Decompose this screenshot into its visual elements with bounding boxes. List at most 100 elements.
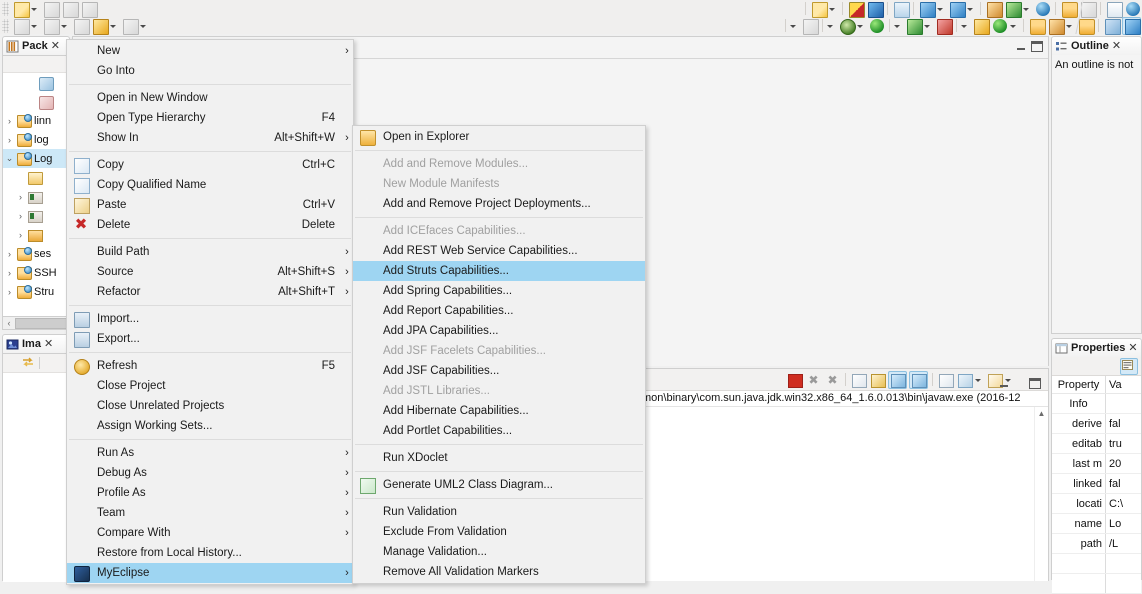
menu-item[interactable]: Add Portlet Capabilities... bbox=[353, 421, 645, 441]
terminate-button[interactable] bbox=[786, 372, 803, 388]
scroll-left-icon[interactable]: ‹ bbox=[3, 318, 15, 328]
scrollbar-thumb[interactable] bbox=[15, 317, 69, 329]
remove-all-terminated-button[interactable]: ✖ bbox=[824, 372, 841, 388]
search-dropdown[interactable] bbox=[1009, 18, 1018, 34]
table-row[interactable]: name Lo bbox=[1052, 514, 1141, 534]
tree-item[interactable]: › log bbox=[3, 130, 69, 149]
run-last-tool-button[interactable] bbox=[905, 18, 923, 35]
back-button[interactable] bbox=[91, 18, 109, 35]
package-explorer-button[interactable] bbox=[972, 18, 990, 35]
menu-item[interactable]: Exclude From Validation bbox=[353, 522, 645, 542]
console-output[interactable]: ▲ bbox=[641, 406, 1048, 581]
table-row[interactable] bbox=[1052, 554, 1141, 574]
menu-item[interactable]: Add and Remove Project Deployments... bbox=[353, 194, 645, 214]
tree-item[interactable]: › SSH bbox=[3, 263, 69, 282]
cube-red-button[interactable] bbox=[847, 1, 865, 18]
new-wizard-dropdown[interactable] bbox=[30, 1, 39, 17]
tree-item[interactable]: › bbox=[3, 187, 69, 206]
last-edit-location-button[interactable] bbox=[72, 18, 90, 35]
snapshot-dropdown[interactable] bbox=[826, 18, 835, 34]
menu-item[interactable]: Add Spring Capabilities... bbox=[353, 281, 645, 301]
project-tree[interactable]: › linn › log ⌄ Log › › › › ses › SSH › Stru bbox=[3, 73, 69, 317]
show-categories-button[interactable] bbox=[1120, 357, 1138, 375]
tree-item[interactable]: ⌄ Log bbox=[3, 149, 69, 168]
myeclipse-database-dropdown[interactable] bbox=[828, 1, 837, 17]
tree-expander-icon[interactable]: › bbox=[3, 116, 16, 126]
next-annotation-dropdown[interactable] bbox=[60, 18, 69, 34]
tree-item[interactable]: › linn bbox=[3, 111, 69, 130]
menu-item[interactable]: Profile As › bbox=[67, 483, 353, 503]
table-row[interactable]: editab tru bbox=[1052, 434, 1141, 454]
search-button[interactable] bbox=[991, 18, 1008, 34]
open-perspective-button[interactable] bbox=[1077, 18, 1095, 35]
previous-annotation-dropdown[interactable] bbox=[30, 18, 39, 34]
open-task-button[interactable] bbox=[1047, 18, 1065, 35]
menu-item[interactable]: Paste Ctrl+V bbox=[67, 195, 353, 215]
menu-item[interactable]: Run XDoclet bbox=[353, 448, 645, 468]
tree-expander-icon[interactable]: › bbox=[14, 230, 27, 240]
myeclipse-submenu[interactable]: Open in Explorer Add and Remove Modules..… bbox=[352, 125, 646, 584]
tree-expander-icon[interactable]: › bbox=[3, 268, 16, 278]
save-all-button[interactable] bbox=[61, 1, 79, 18]
menu-item[interactable]: Compare With › bbox=[67, 523, 353, 543]
scroll-lock-button[interactable] bbox=[869, 372, 886, 388]
tab-outline[interactable]: Outline ✕ bbox=[1051, 36, 1142, 55]
forward-button[interactable] bbox=[121, 18, 139, 35]
save-button[interactable] bbox=[42, 1, 60, 18]
tree-expander-icon[interactable]: › bbox=[3, 249, 16, 259]
menu-item[interactable]: Copy Ctrl+C bbox=[67, 155, 353, 175]
tree-expander-icon[interactable]: ⌄ bbox=[3, 153, 16, 164]
column-header-property[interactable]: Property bbox=[1052, 379, 1105, 391]
new-wizard-button[interactable] bbox=[12, 1, 30, 18]
tree-item[interactable]: › ses bbox=[3, 244, 69, 263]
new-java-package-button[interactable] bbox=[948, 1, 966, 18]
menu-item[interactable]: Add Report Capabilities... bbox=[353, 301, 645, 321]
maximize-icon[interactable] bbox=[1029, 378, 1041, 389]
web-browser-button[interactable] bbox=[1124, 1, 1141, 17]
debug-button[interactable] bbox=[838, 18, 856, 35]
menu-item[interactable]: Restore from Local History... bbox=[67, 543, 353, 563]
snapshot-button[interactable] bbox=[801, 18, 819, 35]
calendar-button[interactable] bbox=[892, 1, 910, 18]
report-button[interactable] bbox=[1105, 1, 1123, 18]
menu-item[interactable]: Remove All Validation Markers bbox=[353, 562, 645, 582]
close-icon[interactable]: ✕ bbox=[44, 338, 53, 350]
menu-item[interactable]: Import... bbox=[67, 309, 353, 329]
menu-item[interactable]: Open in New Window bbox=[67, 88, 353, 108]
tree-item[interactable] bbox=[3, 92, 69, 111]
column-header-value[interactable]: Va bbox=[1106, 379, 1141, 391]
menu-item[interactable]: Run As › bbox=[67, 443, 353, 463]
table-row[interactable]: locati C:\ bbox=[1052, 494, 1141, 514]
open-browser-button[interactable] bbox=[1034, 1, 1051, 17]
tab-package-explorer[interactable]: Pack ✕ bbox=[2, 36, 70, 55]
tree-expander-icon[interactable]: › bbox=[14, 192, 27, 202]
menu-item[interactable]: Go Into bbox=[67, 61, 353, 81]
debug-dropdown[interactable] bbox=[856, 18, 865, 34]
tree-expander-icon[interactable]: › bbox=[14, 211, 27, 221]
tab-properties[interactable]: Properties ✕ bbox=[1051, 338, 1142, 357]
menu-item[interactable]: Export... bbox=[67, 329, 353, 349]
open-perspective-switch-button[interactable] bbox=[1103, 18, 1121, 35]
menu-item[interactable]: Close Project bbox=[67, 376, 353, 396]
new-java-class-dropdown[interactable] bbox=[936, 1, 945, 17]
table-row[interactable]: Info bbox=[1052, 394, 1141, 414]
context-menu[interactable]: New › Go Into Open in New Window Open Type H… bbox=[66, 39, 354, 585]
close-icon[interactable]: ✕ bbox=[51, 40, 60, 52]
menu-item[interactable]: Add JPA Capabilities... bbox=[353, 321, 645, 341]
menu-item[interactable]: Source Alt+Shift+S › bbox=[67, 262, 353, 282]
tree-item[interactable]: › bbox=[3, 206, 69, 225]
clear-console-button[interactable] bbox=[850, 372, 867, 388]
close-icon[interactable]: ✕ bbox=[1128, 342, 1137, 354]
pin-console-button[interactable] bbox=[937, 372, 954, 388]
forward-dropdown[interactable] bbox=[139, 18, 148, 34]
tree-item[interactable]: › bbox=[3, 225, 69, 244]
remove-launch-button[interactable]: ✖ bbox=[805, 372, 822, 388]
open-task-dropdown[interactable] bbox=[1065, 18, 1074, 34]
menu-item[interactable]: Team › bbox=[67, 503, 353, 523]
minimize-icon[interactable] bbox=[1015, 41, 1027, 52]
deploy-button[interactable] bbox=[985, 1, 1003, 18]
myeclipse-perspective-button[interactable] bbox=[1122, 16, 1141, 35]
menu-item[interactable]: Add Struts Capabilities... bbox=[353, 261, 645, 281]
table-row[interactable]: derive fal bbox=[1052, 414, 1141, 434]
tab-image-view[interactable]: Ima ✕ bbox=[2, 334, 70, 353]
